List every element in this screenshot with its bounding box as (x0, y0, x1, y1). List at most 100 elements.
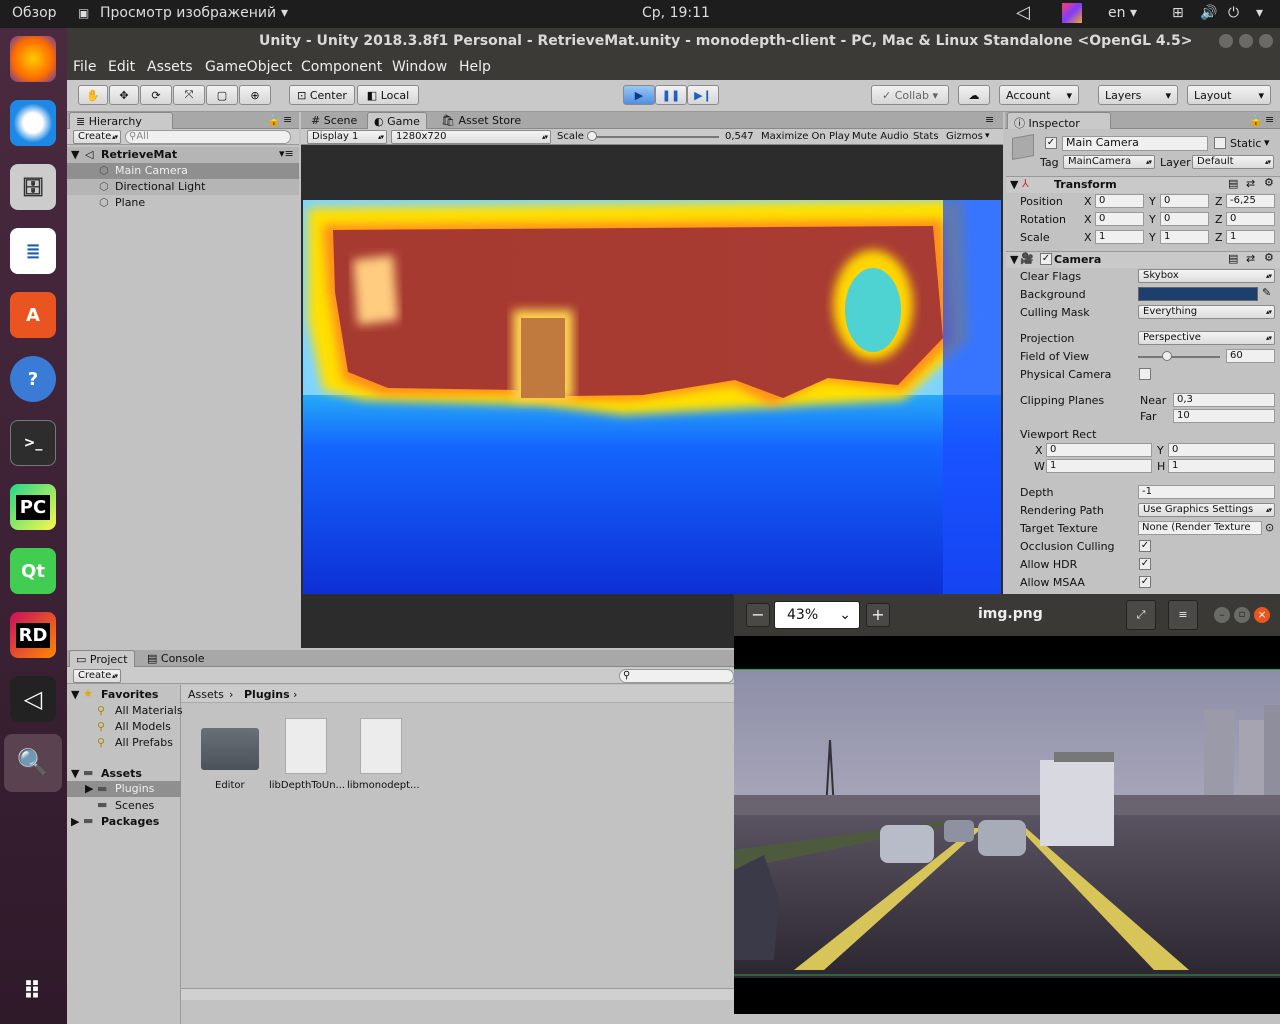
step-icon[interactable]: ▶❙ (687, 85, 719, 105)
camera-enabled-checkbox[interactable]: ✓ (1040, 253, 1052, 265)
physical-camera-checkbox[interactable] (1139, 368, 1151, 380)
panel-menu-icon[interactable]: ≡ (985, 113, 994, 126)
play-icon[interactable]: ▶ (623, 85, 655, 105)
scale-x-field[interactable]: 1 (1095, 230, 1144, 244)
assets-folder[interactable]: Assets (101, 767, 142, 780)
pivot-center-button[interactable]: ⊡ Center (289, 85, 355, 105)
collab-button[interactable]: ✓ Collab ▾ (871, 85, 949, 105)
hierarchy-item-main-camera[interactable]: ⬡ Main Camera (67, 163, 299, 179)
lock-icon[interactable]: 🔒 (267, 114, 281, 127)
static-arrow-icon[interactable]: ▾ (1264, 136, 1270, 149)
favorite-item[interactable]: All Prefabs (115, 736, 173, 749)
allow-hdr-checkbox[interactable]: ✓ (1139, 558, 1151, 570)
favorite-item[interactable]: All Models (115, 720, 171, 733)
pivot-local-button[interactable]: ◧ Local (357, 85, 419, 105)
volume-icon[interactable]: 🔊 (1200, 5, 1217, 21)
display-dropdown[interactable]: Display 1 (307, 130, 387, 144)
scene-menu-icon[interactable]: ▾≡ (279, 147, 294, 160)
clear-flags-dropdown[interactable]: Skybox (1138, 269, 1275, 283)
occlusion-culling-checkbox[interactable]: ✓ (1139, 540, 1151, 552)
files-icon[interactable]: 🗄 (10, 164, 56, 210)
expand-arrow-icon[interactable]: ▼ (71, 767, 79, 780)
allow-msaa-checkbox[interactable]: ✓ (1139, 576, 1151, 588)
scale-slider-track[interactable] (591, 136, 719, 138)
breadcrumb-plugins[interactable]: Plugins (244, 688, 290, 701)
project-search-input[interactable]: ⚲ (619, 669, 734, 683)
clock[interactable]: Ср, 19:11 (642, 5, 710, 21)
rect-tool-icon[interactable]: ▢ (206, 85, 238, 105)
tag-dropdown[interactable]: MainCamera (1063, 155, 1155, 169)
system-chevron-icon[interactable]: ▾ (1256, 5, 1263, 21)
gizmos-arrow-icon[interactable]: ▾ (985, 131, 990, 141)
scale-z-field[interactable]: 1 (1226, 230, 1275, 244)
layout-dropdown[interactable]: Layout ▾ (1187, 85, 1271, 105)
file-icon[interactable] (285, 718, 327, 774)
settings-gear-icon[interactable]: ⚙ (1264, 176, 1274, 189)
expand-arrow-icon[interactable]: ▼ (71, 148, 79, 161)
tab-game[interactable]: ◐ Game (367, 112, 427, 129)
rotation-y-field[interactable]: 0 (1160, 212, 1209, 226)
expand-arrow-icon[interactable]: ▶ (71, 815, 79, 828)
fov-slider-track[interactable] (1138, 356, 1220, 358)
hierarchy-create-button[interactable]: Create (73, 130, 121, 144)
tray-app-icon[interactable] (1062, 3, 1082, 23)
pause-icon[interactable]: ❚❚ (655, 85, 687, 105)
network-icon[interactable]: ⊞ (1172, 5, 1184, 21)
presets-icon[interactable]: ⇄ (1246, 177, 1255, 190)
collapse-arrow-icon[interactable]: ▼ (1010, 178, 1018, 191)
layer-dropdown[interactable]: Default (1192, 155, 1274, 169)
menu-help[interactable]: Help (459, 59, 491, 75)
image-viewer-icon[interactable]: 🔍 (4, 734, 62, 792)
thunderbird-icon[interactable] (10, 100, 56, 146)
favorite-item[interactable]: All Materials (115, 704, 183, 717)
rotation-z-field[interactable]: 0 (1226, 212, 1275, 226)
transform-header[interactable] (1006, 176, 1280, 193)
unity-tray-icon[interactable]: ◁ (1016, 2, 1030, 23)
rider-icon[interactable]: RD (10, 612, 56, 658)
help-book-icon[interactable]: ▤ (1228, 177, 1238, 190)
rotate-tool-icon[interactable]: ⟳ (140, 85, 172, 105)
fov-field[interactable]: 60 (1226, 349, 1275, 363)
fullscreen-icon[interactable]: ⤢ (1126, 600, 1156, 630)
settings-gear-icon[interactable]: ⚙ (1264, 251, 1274, 264)
menu-assets[interactable]: Assets (147, 59, 193, 75)
tab-scene[interactable]: # Scene (305, 112, 363, 129)
pycharm-icon[interactable]: PC (10, 484, 56, 530)
language-indicator[interactable]: en (1108, 5, 1126, 21)
target-texture-field[interactable]: None (Render Texture (1138, 521, 1262, 535)
zoom-level-dropdown[interactable]: 43% ⌄ (774, 601, 860, 629)
menu-component[interactable]: Component (301, 59, 382, 75)
layers-dropdown[interactable]: Layers ▾ (1098, 85, 1178, 105)
active-checkbox[interactable]: ✓ (1045, 137, 1057, 149)
object-picker-icon[interactable]: ⊙ (1265, 521, 1274, 534)
lock-icon[interactable]: 🔒 (1249, 114, 1263, 127)
background-color-swatch[interactable] (1138, 287, 1258, 301)
object-name-field[interactable]: Main Camera (1062, 136, 1208, 151)
tab-console[interactable]: ▤ Console (141, 650, 211, 667)
viewport-w-field[interactable]: 1 (1046, 459, 1152, 473)
software-center-icon[interactable]: A (10, 292, 56, 338)
breadcrumb-assets[interactable]: Assets (188, 688, 224, 701)
rendering-path-dropdown[interactable]: Use Graphics Settings (1138, 503, 1275, 517)
unity-icon[interactable]: ◁ (10, 676, 56, 722)
gizmos-dropdown[interactable]: Gizmos (946, 131, 983, 142)
culling-mask-dropdown[interactable]: Everything (1138, 305, 1275, 319)
fov-slider-thumb[interactable] (1162, 351, 1172, 361)
viewport-x-field[interactable]: 0 (1046, 443, 1152, 457)
tab-inspector[interactable]: ⓘ Inspector (1007, 112, 1111, 130)
terminal-icon[interactable]: >_ (10, 420, 56, 466)
close-icon[interactable] (1259, 34, 1273, 48)
menu-gameobject[interactable]: GameObject (205, 59, 292, 75)
scale-y-field[interactable]: 1 (1160, 230, 1209, 244)
packages-folder[interactable]: Packages (101, 815, 159, 828)
tree-item-plugins[interactable]: ▶ ▬ Plugins (67, 781, 181, 797)
tab-asset-store[interactable]: 🛍 Asset Store (435, 112, 527, 129)
hierarchy-item-directional-light[interactable]: ⬡ Directional Light (67, 179, 299, 195)
tree-item-scenes[interactable]: Scenes (115, 799, 154, 812)
projection-dropdown[interactable]: Perspective (1138, 331, 1275, 345)
position-z-field[interactable]: -6,25 (1226, 194, 1275, 208)
depth-field[interactable]: -1 (1138, 485, 1275, 499)
folder-editor-icon[interactable] (201, 728, 259, 770)
scale-tool-icon[interactable]: ⤧ (173, 85, 205, 105)
mute-audio-toggle[interactable]: Mute Audio (852, 131, 909, 142)
